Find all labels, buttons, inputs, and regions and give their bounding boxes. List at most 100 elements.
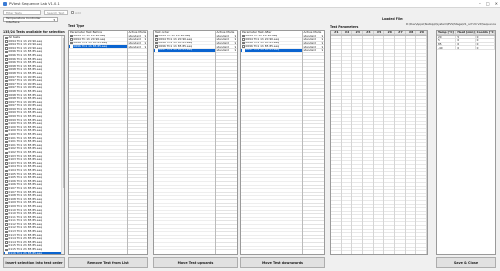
item-checkbox[interactable] — [5, 201, 8, 205]
item-checkbox[interactable] — [5, 180, 8, 183]
test-param-cell[interactable] — [352, 248, 363, 252]
add-checkbox[interactable]: Add — [71, 11, 81, 15]
row-checkbox[interactable] — [70, 38, 73, 41]
item-checkbox[interactable] — [5, 101, 8, 104]
item-checkbox[interactable] — [5, 90, 8, 93]
test-param-cell[interactable] — [384, 248, 395, 252]
item-checkbox[interactable] — [5, 137, 8, 140]
test-param-column[interactable] — [405, 35, 417, 254]
item-checkbox[interactable] — [5, 237, 8, 241]
test-order-table[interactable]: Test order Active Mode 0094 TC 1h 20 90.… — [153, 30, 238, 255]
row-checkbox[interactable] — [242, 45, 245, 48]
item-checkbox[interactable] — [5, 108, 8, 111]
row-checkbox[interactable] — [242, 38, 245, 41]
item-checkbox[interactable] — [5, 65, 8, 68]
item-checkbox[interactable] — [5, 187, 8, 190]
test-param-column[interactable] — [384, 35, 396, 254]
row-checkbox[interactable] — [242, 49, 245, 52]
test-param-column[interactable] — [416, 35, 427, 254]
row-checkbox[interactable] — [155, 45, 158, 48]
item-checkbox[interactable] — [5, 194, 8, 198]
search-field[interactable]: Search Text — [44, 10, 68, 15]
test-param-cell[interactable] — [395, 248, 405, 252]
item-checkbox[interactable] — [5, 173, 8, 176]
temp-cell[interactable]: 0 — [475, 46, 495, 50]
temp-table[interactable]: Temp [°C] Heat [min] Cooldn [°C] 20 5 0 5 0 0 85… — [436, 30, 496, 255]
item-checkbox[interactable] — [5, 191, 8, 194]
item-checkbox[interactable] — [5, 234, 8, 237]
row-checkbox[interactable] — [70, 34, 73, 38]
item-checkbox[interactable] — [5, 140, 8, 144]
param-before-table[interactable]: Parameter Test Before Active Mode 0094 T… — [68, 30, 148, 255]
temp-table-row[interactable]: -40 0 0 — [437, 46, 495, 50]
item-checkbox[interactable] — [5, 219, 8, 223]
item-checkbox[interactable] — [5, 198, 8, 201]
item-checkbox[interactable] — [5, 133, 8, 137]
item-checkbox[interactable] — [5, 94, 8, 97]
item-checkbox[interactable] — [5, 212, 8, 216]
item-checkbox[interactable] — [5, 104, 8, 108]
item-checkbox[interactable] — [5, 58, 8, 61]
test-param-column[interactable] — [331, 35, 342, 254]
item-checkbox[interactable] — [5, 230, 8, 234]
item-checkbox[interactable] — [5, 76, 8, 79]
item-checkbox[interactable] — [5, 83, 8, 86]
item-checkbox[interactable] — [5, 40, 8, 43]
sequence-combo[interactable]: Temperature Controller Interface ▾ — [3, 16, 58, 24]
item-checkbox[interactable] — [5, 112, 8, 115]
item-checkbox[interactable] — [5, 244, 8, 248]
row-checkbox[interactable] — [155, 49, 158, 52]
item-checkbox[interactable] — [5, 183, 8, 187]
row-checkbox[interactable] — [242, 34, 245, 38]
test-param-column[interactable] — [395, 35, 406, 254]
save-close-button[interactable]: Save & Close — [436, 257, 496, 268]
item-checkbox[interactable] — [5, 209, 8, 212]
item-checkbox[interactable] — [5, 122, 8, 126]
row-checkbox[interactable] — [70, 41, 73, 45]
item-checkbox[interactable] — [5, 169, 8, 173]
item-checkbox[interactable] — [5, 79, 8, 83]
maximize-button[interactable]: □ — [486, 1, 490, 6]
test-param-column[interactable] — [373, 35, 385, 254]
item-checkbox[interactable] — [5, 248, 8, 252]
item-checkbox[interactable] — [5, 97, 8, 101]
minimize-button[interactable]: – — [479, 1, 481, 6]
item-checkbox[interactable] — [5, 54, 8, 58]
item-checkbox[interactable] — [5, 47, 8, 50]
checkbox-box[interactable] — [71, 11, 74, 14]
filter-field[interactable]: Filter Tests — [3, 10, 41, 15]
insert-selection-button[interactable]: Insert selection into test order — [3, 257, 65, 268]
test_order-row[interactable] — [154, 247, 215, 251]
item-checkbox[interactable] — [5, 158, 8, 162]
item-checkbox[interactable] — [5, 61, 8, 65]
available-tests-scroll-thumb[interactable] — [62, 38, 64, 188]
test_order-mode-cell[interactable]: standard ▾ — [215, 48, 237, 53]
row-checkbox[interactable] — [242, 41, 245, 45]
item-checkbox[interactable] — [5, 50, 8, 54]
param_after-row[interactable] — [241, 247, 302, 251]
item-checkbox[interactable] — [5, 162, 8, 165]
item-checkbox[interactable] — [5, 126, 8, 129]
param_after-mode-cell[interactable]: standard ▾ — [302, 48, 324, 53]
test-param-cell[interactable] — [405, 248, 416, 252]
item-checkbox[interactable] — [5, 129, 8, 133]
item-checkbox[interactable] — [5, 223, 8, 226]
item-checkbox[interactable] — [5, 68, 8, 72]
test-param-cell[interactable] — [363, 248, 373, 252]
test-param-column[interactable] — [363, 35, 374, 254]
item-checkbox[interactable] — [5, 43, 8, 47]
param_before-mode-cell[interactable]: standard ▾ — [127, 45, 147, 49]
available-tests-list[interactable]: All tests 0094 TC1 1h 20 90.seq 0094 TC1 1… — [3, 35, 65, 255]
item-checkbox[interactable] — [5, 72, 8, 75]
item-checkbox[interactable] — [5, 205, 8, 208]
row-checkbox[interactable] — [155, 41, 158, 45]
param-after-table[interactable]: Parameter Test After Active Mode 0094 TC… — [240, 30, 325, 255]
row-checkbox[interactable] — [155, 34, 158, 38]
available-tests-scrollbar[interactable] — [61, 36, 64, 254]
item-checkbox[interactable] — [5, 119, 8, 122]
test-param-cell[interactable] — [331, 248, 341, 252]
move-down-button[interactable]: Move Test downwards — [240, 257, 325, 268]
row-checkbox[interactable] — [70, 45, 73, 48]
item-checkbox[interactable] — [5, 36, 8, 40]
test-param-cell[interactable] — [416, 248, 427, 252]
